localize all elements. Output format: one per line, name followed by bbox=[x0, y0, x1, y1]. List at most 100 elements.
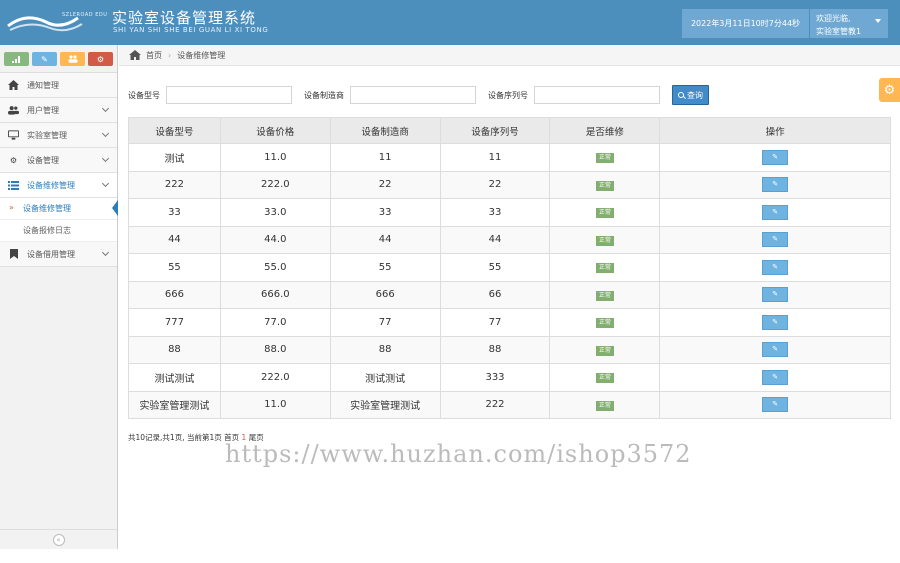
pencil-icon[interactable]: ✎ bbox=[32, 52, 57, 66]
cogs-icon[interactable]: ⚙ bbox=[88, 52, 113, 66]
cell-repair-status: 正常 bbox=[549, 198, 661, 227]
cell-maker: 22 bbox=[329, 170, 441, 199]
maker-input[interactable] bbox=[350, 86, 476, 104]
cell-actions: ✎ bbox=[659, 390, 891, 419]
cell-serial: 222 bbox=[439, 390, 551, 419]
sidebar: ✎ ⚙ 通知管理 用户管理 实验室管理 ⚙ 设备管理 设备维修管理 » 设备维修… bbox=[0, 45, 118, 549]
cell-maker: 实验室管理测试 bbox=[329, 390, 441, 419]
sidebar-item-label: 设备维修管理 bbox=[27, 180, 75, 190]
sidebar-subitem-label: 设备维修管理 bbox=[23, 204, 71, 213]
edit-icon[interactable]: ✎ bbox=[762, 149, 789, 165]
col-header-maker: 设备制造商 bbox=[329, 117, 441, 144]
cell-serial: 55 bbox=[439, 253, 551, 282]
cell-model: 实验室管理测试 bbox=[128, 390, 221, 419]
sidebar-item-users[interactable]: 用户管理 bbox=[0, 98, 117, 123]
cell-repair-status: 正常 bbox=[549, 143, 661, 172]
cell-repair-status: 正常 bbox=[549, 363, 661, 392]
col-header-model: 设备型号 bbox=[128, 117, 221, 144]
maker-label: 设备制造商 bbox=[304, 90, 344, 100]
serial-input[interactable] bbox=[534, 86, 660, 104]
breadcrumb-separator: › bbox=[168, 50, 172, 60]
cell-maker: 11 bbox=[329, 143, 441, 172]
cell-maker: 88 bbox=[329, 335, 441, 364]
sidebar-item-repair[interactable]: 设备维修管理 bbox=[0, 173, 117, 198]
edit-icon[interactable]: ✎ bbox=[762, 177, 789, 193]
cell-maker: 44 bbox=[329, 225, 441, 254]
cell-actions: ✎ bbox=[659, 198, 891, 227]
group-icon[interactable] bbox=[60, 52, 85, 66]
chevron-down-icon bbox=[101, 179, 110, 188]
desktop-icon bbox=[8, 130, 19, 141]
chevron-down-icon bbox=[101, 248, 110, 257]
table-row: 实验室管理测试 11.0 实验室管理测试 222 正常 ✎ bbox=[128, 390, 891, 419]
app-header: SZLEROAD EDU 实验室设备管理系统 SHI YAN SHI SHE B… bbox=[0, 0, 900, 45]
signal-icon[interactable] bbox=[4, 52, 29, 66]
table-row: 88 88.0 88 88 正常 ✎ bbox=[128, 335, 891, 364]
status-badge: 正常 bbox=[595, 318, 614, 329]
status-badge: 正常 bbox=[595, 153, 614, 164]
edit-icon[interactable]: ✎ bbox=[762, 397, 789, 413]
sidebar-subitem-repair-manage[interactable]: » 设备维修管理 bbox=[0, 198, 118, 220]
edit-icon[interactable]: ✎ bbox=[762, 232, 789, 248]
caret-down-icon[interactable] bbox=[875, 19, 881, 23]
cell-model: 33 bbox=[128, 198, 221, 227]
current-datetime: 2022年3月11日10时7分44秒 bbox=[682, 9, 810, 38]
cell-model: 222 bbox=[128, 170, 221, 199]
query-button[interactable]: 查询 bbox=[672, 85, 709, 105]
sidebar-item-label: 设备管理 bbox=[27, 155, 59, 165]
status-badge: 正常 bbox=[595, 180, 614, 191]
table-row: 666 666.0 666 66 正常 ✎ bbox=[128, 280, 891, 309]
table-row: 55 55.0 55 55 正常 ✎ bbox=[128, 253, 891, 282]
app-title: 实验室设备管理系统 bbox=[112, 9, 257, 27]
chevron-down-icon bbox=[101, 104, 110, 113]
app-subtitle: SHI YAN SHI SHE BEI GUAN LI XI TONG bbox=[113, 26, 269, 34]
cell-repair-status: 正常 bbox=[549, 390, 661, 419]
cell-actions: ✎ bbox=[659, 308, 891, 337]
sidebar-item-equipment[interactable]: ⚙ 设备管理 bbox=[0, 148, 117, 173]
cell-model: 测试 bbox=[128, 143, 221, 172]
cell-maker: 55 bbox=[329, 253, 441, 282]
query-label: 查询 bbox=[687, 90, 703, 100]
sidebar-item-notice[interactable]: 通知管理 bbox=[0, 73, 117, 98]
col-header-repair-status: 是否维修 bbox=[549, 117, 661, 144]
sidebar-item-label: 设备借用管理 bbox=[27, 249, 75, 259]
cell-actions: ✎ bbox=[659, 170, 891, 199]
repair-table: 设备型号 设备价格 设备制造商 设备序列号 是否维修 操作 测试 11.0 11 11… bbox=[128, 117, 891, 419]
cell-actions: ✎ bbox=[659, 143, 891, 172]
chevron-down-icon bbox=[101, 154, 110, 163]
edit-icon[interactable]: ✎ bbox=[762, 314, 789, 330]
edit-icon[interactable]: ✎ bbox=[762, 342, 789, 358]
breadcrumb-home[interactable]: 首页 bbox=[146, 50, 162, 61]
status-badge: 正常 bbox=[595, 400, 614, 411]
status-badge: 正常 bbox=[595, 345, 614, 356]
model-input[interactable] bbox=[166, 86, 292, 104]
sidebar-item-borrow[interactable]: 设备借用管理 bbox=[0, 242, 117, 267]
status-badge: 正常 bbox=[595, 208, 614, 219]
cell-model: 44 bbox=[128, 225, 221, 254]
cogs-icon: ⚙ bbox=[9, 155, 18, 165]
cell-price: 222.0 bbox=[219, 363, 331, 392]
sidebar-item-lab[interactable]: 实验室管理 bbox=[0, 123, 117, 148]
edit-icon[interactable]: ✎ bbox=[762, 287, 789, 303]
table-body: 测试 11.0 11 11 正常 ✎ 222 222.0 22 22 正常 ✎ 33 33.0 33 33 正常… bbox=[128, 143, 891, 419]
cell-serial: 11 bbox=[439, 143, 551, 172]
cell-model: 88 bbox=[128, 335, 221, 364]
table-row: 777 77.0 77 77 正常 ✎ bbox=[128, 308, 891, 337]
home-icon bbox=[8, 80, 19, 91]
sidebar-subitem-repair-log[interactable]: 设备报修日志 bbox=[0, 220, 117, 242]
col-header-actions: 操作 bbox=[659, 117, 891, 144]
cell-serial: 88 bbox=[439, 335, 551, 364]
collapse-icon[interactable]: « bbox=[52, 533, 65, 546]
cell-serial: 22 bbox=[439, 170, 551, 199]
edit-icon[interactable]: ✎ bbox=[762, 369, 789, 385]
cell-maker: 33 bbox=[329, 198, 441, 227]
cell-serial: 44 bbox=[439, 225, 551, 254]
edit-icon[interactable]: ✎ bbox=[762, 204, 789, 220]
edit-icon[interactable]: ✎ bbox=[762, 259, 789, 275]
settings-icon[interactable]: ⚙ bbox=[879, 78, 900, 102]
user-menu[interactable]: 欢迎光临, 实验室管教1 bbox=[810, 9, 888, 38]
bookmark-icon bbox=[8, 249, 19, 260]
table-row: 测试测试 222.0 测试测试 333 正常 ✎ bbox=[128, 363, 891, 392]
cell-actions: ✎ bbox=[659, 253, 891, 282]
sidebar-item-label: 实验室管理 bbox=[27, 130, 67, 140]
